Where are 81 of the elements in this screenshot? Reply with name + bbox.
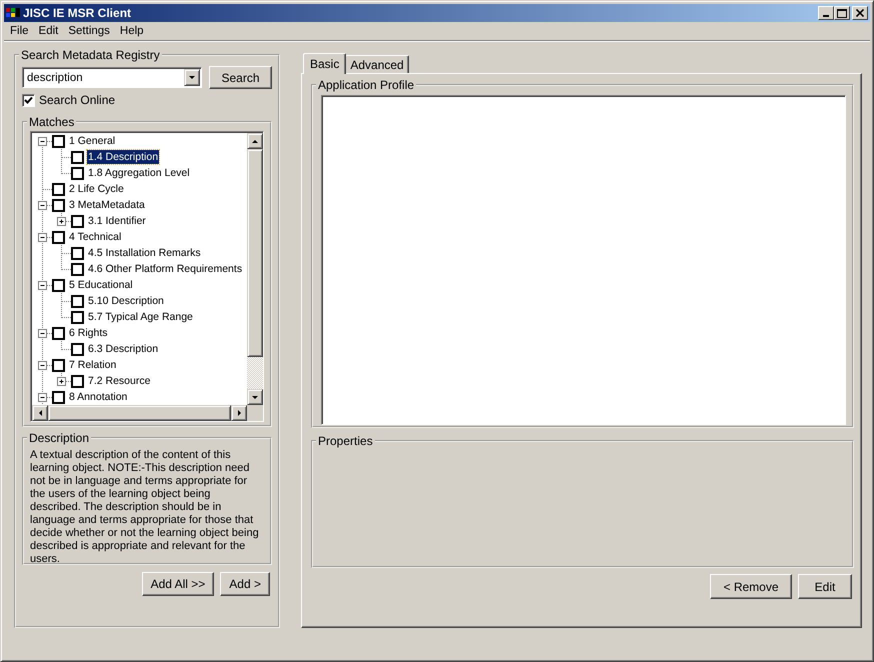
tree-item[interactable]: 1.4 Description bbox=[87, 150, 160, 164]
tab[interactable]: Basic bbox=[303, 53, 346, 74]
tree-checkbox[interactable] bbox=[52, 358, 65, 372]
collapse-icon[interactable] bbox=[38, 137, 47, 146]
tree-checkbox[interactable] bbox=[52, 326, 65, 340]
vertical-scrollbar[interactable] bbox=[247, 133, 263, 405]
tree-item[interactable]: 7.2 Resource bbox=[87, 374, 152, 388]
scroll-left-icon bbox=[36, 409, 44, 417]
tree-item[interactable]: 6 Rights bbox=[68, 326, 109, 340]
checkmark-icon bbox=[24, 96, 33, 104]
panel-legend: Matches bbox=[27, 115, 76, 129]
tree-checkbox[interactable] bbox=[52, 230, 65, 244]
tree-checkbox[interactable] bbox=[71, 166, 84, 180]
scroll-down-icon bbox=[251, 394, 259, 400]
panel-legend: Search Metadata Registry bbox=[19, 48, 162, 62]
tree-checkbox[interactable] bbox=[71, 310, 84, 324]
checkbox[interactable] bbox=[22, 94, 35, 106]
description-text: A textual description of the content of this learning object. NOTE:-This description need not be in language and terms appropriate for the users of the learning object being described. The description should be in language and terms appropriate for those that decide whether or not the learning object being described is appropriate and relevant for the users. bbox=[30, 449, 260, 566]
tree-checkbox[interactable] bbox=[52, 390, 65, 404]
add-all-button[interactable]: Add All >> bbox=[142, 572, 214, 596]
tree-item[interactable]: 4.5 Installation Remarks bbox=[87, 246, 202, 260]
maximize-icon bbox=[837, 8, 847, 18]
tree-item[interactable]: 1.8 Aggregation Level bbox=[87, 166, 191, 180]
scroll-up-icon bbox=[251, 138, 259, 144]
tree-item[interactable]: 1 General bbox=[68, 134, 116, 148]
tree-item[interactable]: 5 Educational bbox=[68, 278, 134, 292]
tree-checkbox[interactable] bbox=[71, 342, 84, 356]
tree-item[interactable]: 6.3 Description bbox=[87, 342, 160, 356]
tree-item[interactable]: 2 Life Cycle bbox=[68, 182, 125, 196]
close-button[interactable] bbox=[852, 6, 868, 20]
scroll-right-icon bbox=[236, 409, 242, 417]
checkbox-label: Search Online bbox=[39, 93, 116, 107]
panel-legend: Application Profile bbox=[316, 78, 416, 92]
search-combo-field[interactable]: description bbox=[22, 67, 202, 88]
panel-legend: Description bbox=[27, 431, 92, 445]
tree-item[interactable]: 7 Relation bbox=[68, 358, 118, 372]
menu-item[interactable]: Settings bbox=[64, 25, 116, 37]
tree-checkbox[interactable] bbox=[71, 262, 84, 276]
collapse-icon[interactable] bbox=[38, 329, 47, 338]
caret-icon bbox=[188, 74, 196, 81]
collapse-icon[interactable] bbox=[38, 393, 47, 402]
expand-icon[interactable] bbox=[57, 217, 66, 226]
edit-button[interactable]: Edit bbox=[798, 574, 852, 599]
tree-item[interactable]: 4.6 Other Platform Requirements bbox=[87, 262, 244, 276]
menu-item[interactable]: File bbox=[6, 25, 35, 37]
scrollbar-corner bbox=[247, 405, 263, 421]
collapse-icon[interactable] bbox=[38, 201, 47, 210]
collapse-icon[interactable] bbox=[38, 281, 47, 290]
tree-checkbox[interactable] bbox=[71, 246, 84, 260]
add-button[interactable]: Add > bbox=[220, 572, 270, 596]
maximize-button[interactable] bbox=[834, 6, 850, 20]
remove-button[interactable]: < Remove bbox=[710, 574, 792, 599]
panel-legend: Properties bbox=[316, 434, 375, 448]
window-title: JISC IE MSR Client bbox=[23, 6, 132, 20]
tree-item[interactable]: 3 MetaMetadata bbox=[68, 198, 146, 212]
tree-checkbox[interactable] bbox=[71, 214, 84, 228]
app-icon bbox=[6, 7, 20, 19]
collapse-icon[interactable] bbox=[38, 361, 47, 370]
tree-item[interactable]: 8 Annotation bbox=[68, 390, 128, 404]
search-button[interactable]: Search bbox=[209, 66, 272, 89]
minimize-button[interactable] bbox=[818, 6, 834, 20]
horizontal-scrollbar[interactable] bbox=[32, 405, 247, 421]
tab[interactable]: Advanced bbox=[345, 55, 409, 73]
field-value: description bbox=[27, 72, 84, 84]
close-icon bbox=[856, 9, 864, 17]
tree-checkbox[interactable] bbox=[52, 134, 65, 148]
tree-checkbox[interactable] bbox=[71, 374, 84, 388]
tree-checkbox[interactable] bbox=[52, 182, 65, 196]
tree-checkbox[interactable] bbox=[52, 198, 65, 212]
tree-checkbox[interactable] bbox=[71, 150, 84, 164]
tree-item[interactable]: 5.10 Description bbox=[87, 294, 165, 308]
tree-item[interactable]: 3.1 Identifier bbox=[87, 214, 147, 228]
expand-icon[interactable] bbox=[57, 377, 66, 386]
tree-checkbox[interactable] bbox=[52, 278, 65, 292]
collapse-icon[interactable] bbox=[38, 233, 47, 242]
tree-item[interactable]: 5.7 Typical Age Range bbox=[87, 310, 194, 324]
tree-checkbox[interactable] bbox=[71, 294, 84, 308]
menu-item[interactable]: Help bbox=[116, 25, 150, 37]
tree-item[interactable]: 4 Technical bbox=[68, 230, 122, 244]
dropdown-button[interactable] bbox=[184, 69, 200, 86]
menu-item[interactable]: Edit bbox=[34, 25, 64, 37]
